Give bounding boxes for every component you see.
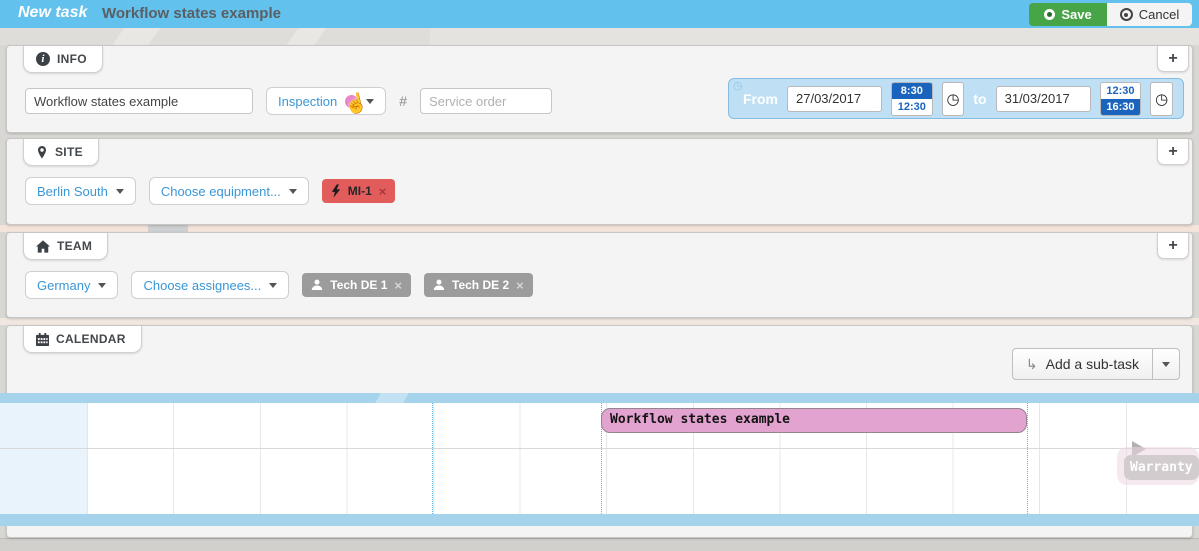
service-order-input[interactable] [420, 88, 552, 114]
remove-assignee-icon[interactable]: × [394, 278, 402, 293]
info-icon: i [36, 52, 50, 66]
from-time-start[interactable]: 8:30 [892, 83, 932, 99]
timeline: Workflow states example Warranty [0, 393, 1199, 526]
from-time-clock-button[interactable]: ◷ [942, 82, 965, 116]
caret-down-icon [269, 283, 277, 288]
team-group-dropdown[interactable]: Germany [25, 271, 118, 299]
team-group-label: Germany [37, 278, 90, 293]
map-patch [148, 225, 188, 232]
site-location-label: Berlin South [37, 184, 108, 199]
map-background-strip [0, 318, 1199, 325]
add-subtask-label: Add a sub-task [1046, 356, 1139, 372]
timeline-bottom-band [0, 514, 1199, 526]
cancel-button[interactable]: Cancel [1107, 3, 1192, 26]
add-subtask-button[interactable]: ↳ Add a sub-task [1012, 348, 1153, 380]
assignee-tag-label: Tech DE 1 [330, 278, 387, 292]
team-panel: TEAM + Germany Choose assignees... Tech … [6, 232, 1193, 318]
warranty-ghost-label: Warranty [1124, 455, 1199, 480]
timeline-grid[interactable]: Workflow states example Warranty [0, 403, 1199, 514]
map-pin-icon [36, 145, 48, 160]
new-task-badge: New task [18, 4, 87, 22]
hash-symbol: # [399, 93, 407, 109]
choose-assignees-dropdown[interactable]: Choose assignees... [131, 271, 289, 299]
site-tab: SITE [23, 139, 99, 166]
choose-assignees-label: Choose assignees... [143, 278, 261, 293]
assignee-tag-label: Tech DE 2 [452, 278, 509, 292]
site-panel: SITE + Berlin South Choose equipment... … [6, 138, 1193, 225]
save-button[interactable]: Save [1029, 3, 1107, 26]
add-subtask-dropdown-toggle[interactable] [1153, 348, 1180, 380]
site-location-dropdown[interactable]: Berlin South [25, 177, 136, 205]
info-panel: i INFO + Inspection # ◷ From 8:30 12:30 … [6, 45, 1193, 133]
remove-equipment-icon[interactable]: × [379, 184, 387, 199]
to-date-input[interactable] [996, 86, 1091, 112]
from-date-input[interactable] [787, 86, 882, 112]
team-tab-label: TEAM [57, 239, 92, 253]
site-tab-label: SITE [55, 145, 83, 159]
selection-guide-line [432, 403, 433, 514]
map-background-strip [0, 225, 1199, 232]
remove-assignee-icon[interactable]: × [516, 278, 524, 293]
person-icon [433, 279, 445, 291]
event-end-guide-line [1027, 403, 1028, 514]
caret-down-icon [98, 283, 106, 288]
to-label: to [973, 91, 986, 107]
cancel-button-label: Cancel [1139, 3, 1179, 26]
equipment-tag-label: MI-1 [348, 184, 372, 198]
info-add-button[interactable]: + [1157, 46, 1189, 72]
add-subtask-split-button[interactable]: ↳ Add a sub-task [1012, 348, 1180, 380]
new-task-page: New task Workflow states example Save Ca… [0, 0, 1199, 551]
page-title: Workflow states example [102, 5, 281, 22]
level-down-icon: ↳ [1026, 356, 1038, 373]
choose-equipment-dropdown[interactable]: Choose equipment... [149, 177, 309, 205]
caret-down-icon [116, 189, 124, 194]
to-time-clock-button[interactable]: ◷ [1150, 82, 1173, 116]
assignee-tag[interactable]: Tech DE 2 × [424, 273, 533, 297]
task-name-input[interactable] [25, 88, 253, 114]
info-tab: i INFO [23, 46, 103, 73]
calendar-tab-label: CALENDAR [56, 332, 126, 346]
schedule-panel: ◷ From 8:30 12:30 ◷ to 12:30 16:30 ◷ [728, 78, 1184, 119]
choose-equipment-label: Choose equipment... [161, 184, 281, 199]
lightning-bolt-icon [331, 184, 341, 198]
team-add-button[interactable]: + [1157, 233, 1189, 259]
map-road [281, 28, 330, 45]
site-add-button[interactable]: + [1157, 139, 1189, 165]
home-icon [36, 240, 50, 253]
save-icon [1044, 9, 1055, 20]
team-tab: TEAM [23, 233, 108, 260]
timeline-top-band [0, 393, 1199, 403]
map-road [107, 28, 164, 45]
row-divider [0, 448, 1199, 449]
header-bar: New task Workflow states example Save Ca… [0, 0, 1199, 28]
to-time-start[interactable]: 12:30 [1101, 83, 1141, 99]
page-bottom-strip [0, 538, 1199, 551]
from-time-selector[interactable]: 8:30 12:30 [891, 82, 933, 116]
to-time-selector[interactable]: 12:30 16:30 [1100, 82, 1142, 116]
task-event-bar[interactable]: Workflow states example [601, 408, 1027, 433]
save-button-label: Save [1061, 3, 1091, 26]
cancel-icon [1120, 8, 1133, 21]
map-background-strip [0, 28, 1199, 45]
assignee-tag[interactable]: Tech DE 1 × [302, 273, 411, 297]
to-time-end[interactable]: 16:30 [1101, 99, 1141, 115]
caret-down-icon [1162, 362, 1170, 367]
timeline-band-highlight [375, 393, 409, 403]
task-type-label: Inspection [278, 94, 337, 109]
equipment-tag[interactable]: MI-1 × [322, 179, 396, 203]
map-patch [430, 28, 1199, 45]
from-time-end[interactable]: 12:30 [892, 99, 932, 115]
info-tab-label: INFO [57, 52, 87, 66]
weekend-column [0, 403, 88, 514]
caret-down-icon [289, 189, 297, 194]
clock-icon: ◷ [733, 79, 743, 92]
person-icon [311, 279, 323, 291]
from-label: From [743, 91, 778, 107]
calendar-icon [36, 333, 49, 346]
calendar-tab: CALENDAR [23, 326, 142, 353]
pointer-cursor-icon: ☝ [342, 90, 370, 118]
